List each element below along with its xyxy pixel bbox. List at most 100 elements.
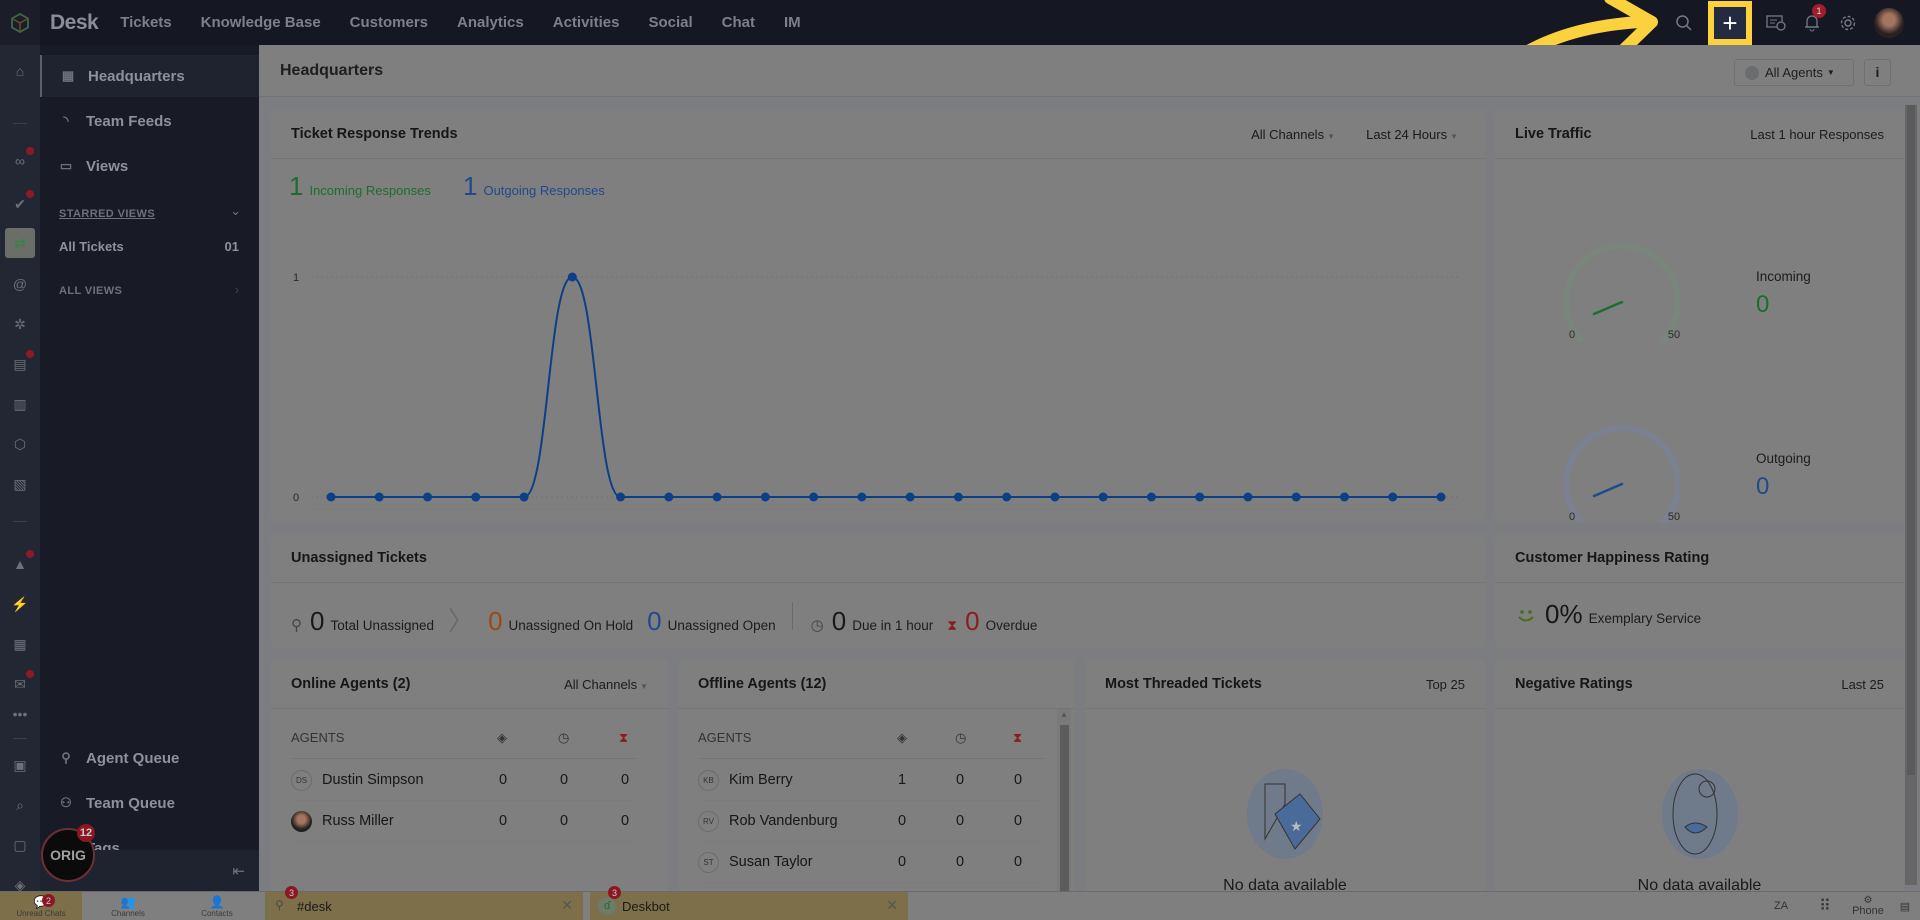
nav-social[interactable]: Social: [648, 14, 692, 31]
orig-badge-label: ORIG: [50, 847, 86, 863]
open-value[interactable]: 0: [647, 606, 661, 637]
orig-floating-badge[interactable]: ORIG 12: [41, 824, 95, 882]
documents-icon[interactable]: ▥: [8, 392, 32, 416]
sidebar-item-headquarters[interactable]: ▦ Headquarters: [40, 55, 259, 97]
sidebar-item-label: Headquarters: [88, 67, 185, 85]
ticket-status-icon[interactable]: [1758, 0, 1794, 45]
data-point: [519, 492, 529, 502]
smiley-icon: [1518, 609, 1534, 621]
campaigns-icon[interactable]: ✉: [8, 670, 34, 696]
chat-window-deskbot[interactable]: ɗ 3 Deskbot ✕: [590, 886, 908, 920]
contact-book-icon[interactable]: ▣: [8, 753, 32, 777]
certificate-icon[interactable]: ▦: [8, 632, 32, 656]
sidebar-item-team-feeds[interactable]: ◝ Team Feeds: [40, 100, 259, 142]
integrations-icon[interactable]: ✲: [8, 312, 32, 336]
reports-folder-icon[interactable]: ▤: [8, 350, 34, 376]
avatar: [291, 811, 312, 832]
overdue-value[interactable]: 0: [965, 606, 979, 637]
close-icon[interactable]: ✕: [561, 897, 573, 914]
agent-name[interactable]: Kim Berry: [729, 772, 793, 788]
table-row[interactable]: DS Dustin Simpson 0 0 0: [291, 760, 638, 801]
total-unassigned-value[interactable]: 0: [310, 606, 324, 637]
data-point: [760, 492, 770, 502]
bookings-icon[interactable]: ▧: [8, 472, 32, 496]
zia-icon[interactable]: ZA: [1763, 892, 1799, 920]
starred-views-heading[interactable]: STARRED VIEWS: [59, 208, 155, 220]
agent-queue-icon: ⚲: [61, 750, 71, 765]
nav-chat[interactable]: Chat: [722, 14, 755, 31]
agent-overdue-count: 0: [1013, 813, 1023, 829]
agent-name[interactable]: Rob Vandenburg: [729, 813, 838, 829]
table-row[interactable]: ST Susan Taylor 0 0 0: [698, 842, 1045, 883]
y-tick-label: 0: [293, 492, 299, 504]
chevron-right-icon[interactable]: ›: [235, 282, 239, 297]
close-icon[interactable]: ✕: [886, 897, 898, 914]
outgoing-gauge-value: 0: [1756, 473, 1770, 500]
main-scrollbar[interactable]: [1905, 105, 1917, 885]
scrollbar-thumb[interactable]: [1907, 105, 1915, 775]
wallet-icon[interactable]: ▢: [8, 833, 32, 857]
channels-tab[interactable]: 👥 Channels: [82, 892, 174, 920]
all-views-heading[interactable]: ALL VIEWS: [59, 285, 122, 297]
agent-name[interactable]: Dustin Simpson: [322, 772, 424, 788]
table-row[interactable]: RV Rob Vandenburg 0 0 0: [698, 801, 1045, 842]
home-icon[interactable]: ⌂: [8, 59, 32, 83]
mountain-icon[interactable]: ▲: [8, 550, 34, 576]
sidebar-item-agent-queue[interactable]: ⚲ Agent Queue: [40, 737, 259, 779]
collapse-sidebar-icon[interactable]: ⇤: [232, 862, 245, 880]
agent-name[interactable]: Susan Taylor: [729, 854, 813, 870]
data-point: [1291, 492, 1301, 502]
contacts-tab[interactable]: 👤 Contacts: [174, 892, 260, 920]
chevron-down-icon[interactable]: ⌄: [230, 203, 241, 219]
starred-view-all-tickets[interactable]: All Tickets: [59, 239, 124, 254]
agents-filter-dropdown[interactable]: All Agents ▼: [1734, 59, 1854, 86]
unread-chats-tab[interactable]: 💬 Unread Chats 2: [0, 892, 82, 920]
modules-cubes-icon[interactable]: ⬡: [8, 432, 32, 456]
app-logo-icon[interactable]: [0, 0, 40, 45]
total-unassigned-label: Total Unassigned: [330, 618, 435, 633]
create-new-button[interactable]: +: [1708, 0, 1752, 45]
flash-icon[interactable]: ⚡: [8, 592, 32, 616]
agent-pending-count: 0: [559, 813, 569, 829]
on-hold-value[interactable]: 0: [488, 606, 502, 637]
phone-button[interactable]: ⚙ Phone: [1848, 892, 1888, 920]
data-point: [953, 492, 963, 502]
due-in-hour-value[interactable]: 0: [832, 606, 846, 637]
bell-icon[interactable]: 1: [1794, 0, 1830, 45]
desk-module-icon[interactable]: ⇄: [5, 228, 35, 258]
linked-accounts-icon[interactable]: ∞: [8, 147, 34, 173]
card-title: Unassigned Tickets: [291, 550, 427, 566]
table-row[interactable]: Russ Miller 0 0 0: [291, 801, 638, 842]
tasks-check-icon[interactable]: ✔: [8, 190, 34, 216]
plus-icon[interactable]: +: [1714, 6, 1746, 39]
nav-activities[interactable]: Activities: [553, 14, 620, 31]
search-people-icon[interactable]: ⌕: [8, 793, 32, 817]
nav-customers[interactable]: Customers: [350, 14, 428, 31]
search-icon[interactable]: [1666, 0, 1702, 45]
agent-name[interactable]: Russ Miller: [322, 813, 394, 829]
happiness-label: Exemplary Service: [1588, 611, 1702, 626]
dialpad-icon[interactable]: ⠿: [1805, 892, 1845, 920]
nav-tickets[interactable]: Tickets: [120, 14, 171, 31]
chat-window-desk[interactable]: ⚲ 3 #desk ✕: [265, 886, 583, 920]
channel-filter-dropdown[interactable]: All Channels ▼: [564, 677, 648, 692]
mentions-icon[interactable]: @: [8, 272, 32, 296]
sidebar-item-views[interactable]: ▭ Views: [40, 145, 259, 187]
app-brand[interactable]: Desk: [50, 11, 99, 35]
more-apps-icon[interactable]: •••: [8, 702, 32, 726]
agent-pending-count: 0: [955, 854, 965, 870]
col-agents: AGENTS: [698, 730, 752, 745]
gear-small-icon: ⚙: [1863, 894, 1873, 906]
gear-icon[interactable]: [1830, 0, 1866, 45]
nav-im[interactable]: IM: [784, 14, 801, 31]
nav-knowledge-base[interactable]: Knowledge Base: [201, 14, 321, 31]
face-illustration-icon: [1662, 769, 1738, 859]
data-point: [809, 492, 819, 502]
notes-icon[interactable]: ▤: [1893, 892, 1917, 920]
info-button[interactable]: i: [1864, 59, 1891, 86]
offline-agents-scrollbar[interactable]: ▲: [1057, 709, 1071, 899]
user-avatar[interactable]: [1874, 7, 1904, 38]
sidebar-item-team-queue[interactable]: ⚇ Team Queue: [40, 782, 259, 824]
table-row[interactable]: KB Kim Berry 1 0 0: [698, 760, 1045, 801]
nav-analytics[interactable]: Analytics: [457, 14, 524, 31]
